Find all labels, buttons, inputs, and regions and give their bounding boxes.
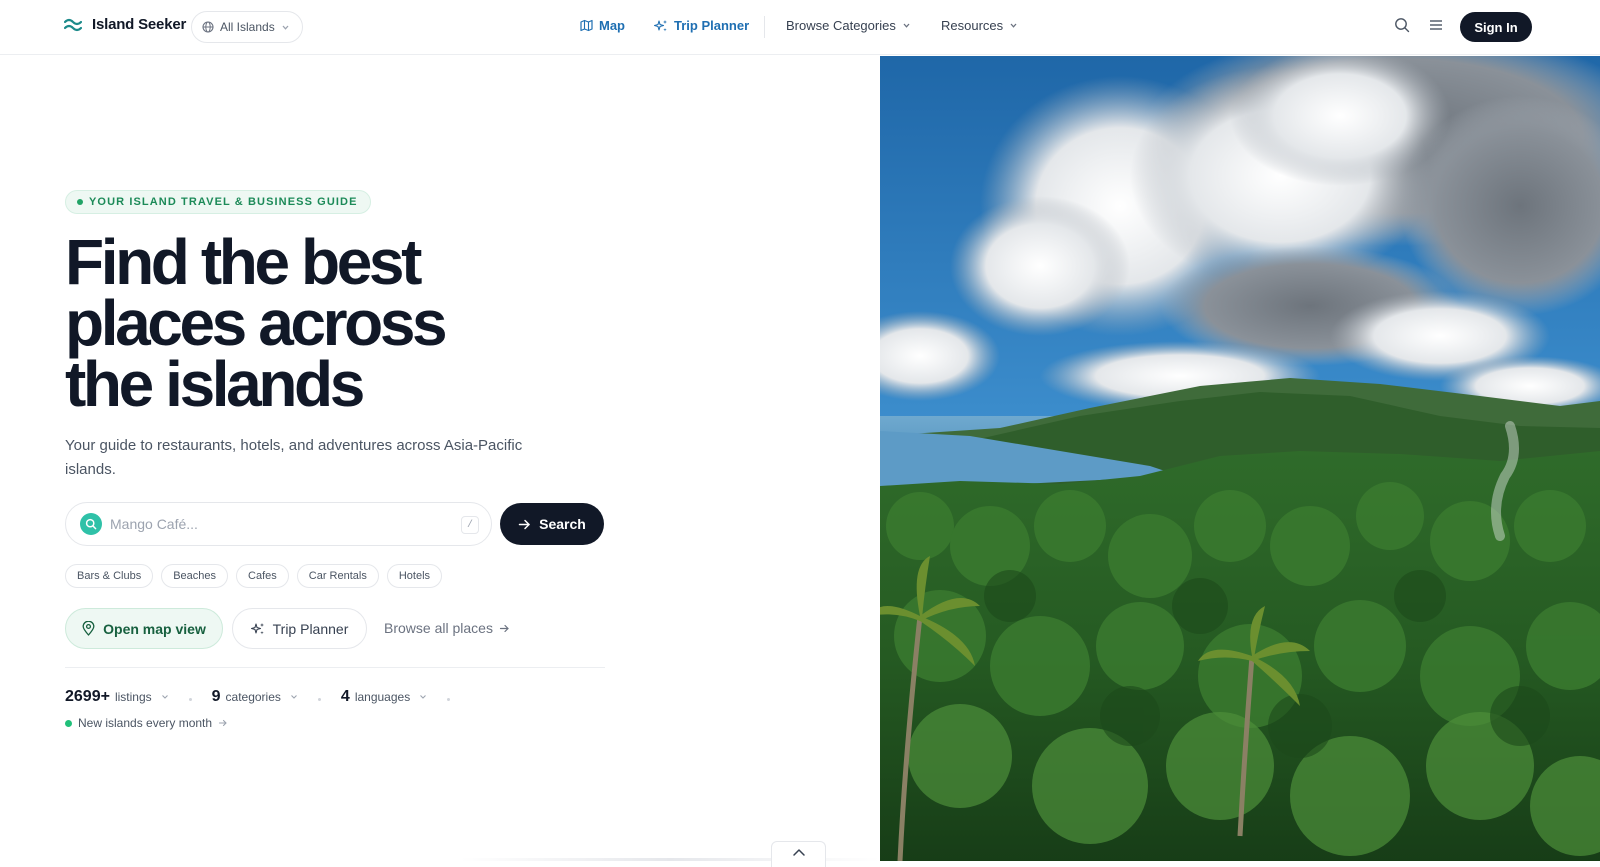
- nav-browse-categories[interactable]: Browse Categories: [786, 18, 911, 33]
- open-map-view-label: Open map view: [103, 620, 206, 637]
- stats-row: 2699+ listings 9 categories 4 languages: [65, 688, 470, 706]
- stat-separator: [447, 698, 451, 701]
- stat-separator: [317, 698, 321, 701]
- stat-listings-value: 2699+: [65, 688, 110, 705]
- search-button[interactable]: Search: [500, 503, 604, 545]
- header-menu-button[interactable]: [1429, 18, 1443, 37]
- brand-name: Island Seeker: [92, 16, 187, 33]
- header-search-button[interactable]: [1394, 17, 1410, 38]
- trip-planner-button-label: Trip Planner: [272, 620, 349, 637]
- map-icon: [580, 19, 593, 32]
- sparkles-icon: [250, 622, 264, 634]
- chip-bars-clubs[interactable]: Bars & Clubs: [65, 564, 154, 588]
- hero-island-photo: [880, 56, 1600, 861]
- trip-planner-button[interactable]: Trip Planner: [232, 608, 367, 649]
- island-selector-label: All Islands: [220, 20, 275, 34]
- search-button-label: Search: [539, 516, 586, 532]
- browse-all-places-label: Browse all places: [384, 620, 493, 636]
- stat-languages[interactable]: 4 languages: [341, 688, 427, 706]
- search-shortcut-key: /: [461, 516, 479, 534]
- chip-hotels[interactable]: Hotels: [386, 564, 443, 588]
- island-selector[interactable]: All Islands: [191, 11, 303, 43]
- eyebrow-text: YOUR ISLAND TRAVEL & BUSINESS GUIDE: [89, 196, 358, 208]
- nav-browse-label: Browse Categories: [786, 18, 896, 33]
- arrow-right-icon: [219, 719, 227, 727]
- nav-map[interactable]: Map: [580, 18, 625, 33]
- nav-trip-planner-label: Trip Planner: [674, 18, 750, 33]
- stat-categories-label: categories: [225, 690, 281, 704]
- scroll-toggle-button[interactable]: [771, 841, 826, 867]
- hero-eyebrow-badge: YOUR ISLAND TRAVEL & BUSINESS GUIDE: [65, 190, 371, 214]
- new-islands-link[interactable]: New islands every month: [65, 716, 228, 730]
- hero-search-field[interactable]: /: [65, 502, 492, 546]
- category-chips: Bars & Clubs Beaches Cafes Car Rentals H…: [65, 564, 443, 588]
- hero-title: Find the best places across the islands: [65, 230, 625, 416]
- hero-title-line-3: the islands: [65, 348, 365, 420]
- stat-languages-value: 4: [340, 688, 350, 705]
- stat-separator: [188, 698, 192, 701]
- brand-logo[interactable]: Island Seeker: [64, 16, 186, 33]
- stat-categories-value: 9: [211, 688, 221, 705]
- top-navbar: Island Seeker All Islands Map Trip Plann…: [0, 0, 1600, 55]
- chevron-down-icon: [291, 695, 297, 699]
- stat-categories[interactable]: 9 categories: [212, 688, 298, 706]
- stats-divider: [65, 667, 605, 668]
- chevron-down-icon: [420, 695, 427, 699]
- chip-cafes[interactable]: Cafes: [236, 564, 289, 588]
- browse-all-places-link[interactable]: Browse all places: [384, 620, 510, 636]
- nav-divider: [764, 16, 765, 38]
- status-dot: [65, 719, 72, 727]
- chevron-down-icon: [161, 695, 168, 699]
- chevron-up-icon: [792, 849, 805, 856]
- stat-listings[interactable]: 2699+ listings: [65, 688, 169, 706]
- stat-listings-label: listings: [114, 690, 152, 704]
- island-landscape-illustration: [880, 56, 1600, 861]
- sparkles-icon: [654, 19, 667, 31]
- chevron-down-icon: [1010, 23, 1017, 28]
- eyebrow-dot: [77, 199, 83, 205]
- chevron-down-icon: [903, 23, 910, 28]
- arrow-right-icon: [518, 519, 530, 529]
- map-pin-icon: [82, 621, 95, 636]
- search-icon: [1395, 18, 1410, 33]
- stat-languages-label: languages: [354, 690, 411, 704]
- waves-icon: [64, 18, 82, 31]
- open-map-view-button[interactable]: Open map view: [65, 608, 223, 649]
- search-icon: [85, 518, 97, 530]
- chevron-down-icon: [282, 25, 289, 30]
- new-islands-label: New islands every month: [78, 716, 213, 730]
- chip-beaches[interactable]: Beaches: [161, 564, 229, 588]
- nav-resources-label: Resources: [941, 18, 1004, 33]
- menu-icon: [1430, 20, 1442, 30]
- nav-trip-planner[interactable]: Trip Planner: [654, 18, 749, 33]
- nav-map-label: Map: [599, 18, 625, 33]
- arrow-right-icon: [499, 624, 509, 632]
- hero-subtitle: Your guide to restaurants, hotels, and a…: [65, 437, 523, 478]
- nav-resources[interactable]: Resources: [941, 18, 1018, 33]
- search-badge: [80, 513, 102, 535]
- globe-icon: [202, 21, 214, 33]
- search-input[interactable]: [110, 516, 440, 532]
- chip-car-rentals[interactable]: Car Rentals: [296, 564, 379, 588]
- sign-in-button[interactable]: Sign In: [1460, 12, 1532, 42]
